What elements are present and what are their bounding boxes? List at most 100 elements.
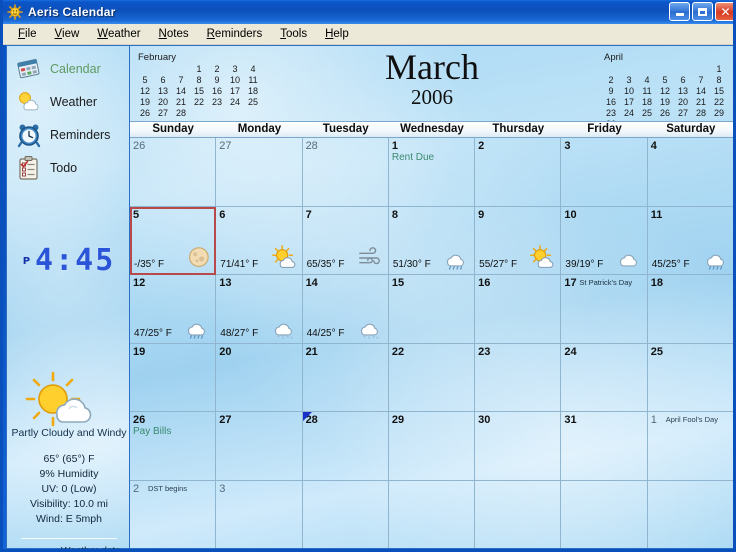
maximize-button[interactable] bbox=[692, 2, 713, 21]
mini-calendar-day[interactable]: 15 bbox=[190, 86, 208, 97]
mini-calendar-day[interactable]: 19 bbox=[656, 97, 674, 108]
calendar-day-cell[interactable]: 1 Rent Due bbox=[388, 138, 476, 207]
calendar-day-cell[interactable]: 20 bbox=[216, 343, 303, 412]
calendar-day-cell[interactable]: 15 bbox=[388, 275, 476, 344]
mini-calendar-day[interactable]: 13 bbox=[154, 86, 172, 97]
mini-calendar-day[interactable]: 21 bbox=[172, 97, 190, 108]
mini-calendar-day[interactable]: 15 bbox=[710, 86, 728, 97]
menu-tools[interactable]: Tools bbox=[271, 26, 316, 42]
calendar-day-cell[interactable]: 8 51/30° F bbox=[388, 206, 476, 275]
mini-calendar-day[interactable]: 4 bbox=[638, 75, 656, 86]
mini-calendar-day[interactable]: 6 bbox=[154, 75, 172, 86]
calendar-day-cell[interactable]: 26 Pay Bills bbox=[130, 412, 217, 481]
mini-calendar-day[interactable]: 25 bbox=[244, 97, 262, 108]
mini-calendar-day[interactable]: 24 bbox=[226, 97, 244, 108]
calendar-day-cell[interactable]: 3 bbox=[216, 480, 303, 548]
mini-calendar-day[interactable]: 1 bbox=[190, 64, 208, 75]
calendar-day-cell[interactable]: 17 St Patrick's Day bbox=[561, 275, 648, 344]
calendar-day-cell[interactable]: 2 DST begins bbox=[130, 480, 217, 548]
mini-calendar-day[interactable]: 23 bbox=[208, 97, 226, 108]
mini-calendar-day[interactable]: 19 bbox=[136, 97, 154, 108]
sidebar-item-todo[interactable]: Todo bbox=[7, 151, 131, 184]
calendar-day-cell[interactable] bbox=[561, 480, 648, 548]
mini-calendar-day[interactable]: 28 bbox=[692, 108, 710, 119]
mini-calendar-day[interactable]: 18 bbox=[638, 97, 656, 108]
mini-calendar-day[interactable]: 5 bbox=[656, 75, 674, 86]
menu-weather[interactable]: Weather bbox=[88, 26, 149, 42]
calendar-day-cell[interactable]: 28 bbox=[302, 138, 389, 207]
mini-calendar-day[interactable]: 16 bbox=[208, 86, 226, 97]
calendar-day-cell[interactable] bbox=[303, 480, 389, 548]
calendar-day-cell[interactable]: 4 bbox=[647, 138, 733, 207]
calendar-day-cell[interactable]: 21 bbox=[302, 343, 389, 412]
mini-calendar-day[interactable]: 20 bbox=[154, 97, 172, 108]
event-label[interactable]: Pay Bills bbox=[133, 426, 212, 438]
mini-calendar-day[interactable]: 27 bbox=[674, 108, 692, 119]
mini-calendar-day[interactable]: 26 bbox=[656, 108, 674, 119]
mini-calendar-day[interactable]: 7 bbox=[692, 75, 710, 86]
mini-calendar-day[interactable]: 8 bbox=[710, 75, 728, 86]
mini-calendar-day[interactable]: 11 bbox=[638, 86, 656, 97]
calendar-day-cell[interactable]: 5 -/35° F bbox=[130, 206, 217, 275]
mini-calendar-day[interactable]: 23 bbox=[602, 108, 620, 119]
mini-calendar-day[interactable]: 21 bbox=[692, 97, 710, 108]
mini-calendar-day[interactable]: 17 bbox=[620, 97, 638, 108]
mini-calendar-day[interactable]: 29 bbox=[710, 108, 728, 119]
mini-calendar-day[interactable]: 25 bbox=[638, 108, 656, 119]
menu-file[interactable]: File bbox=[9, 26, 46, 42]
mini-calendar-day[interactable]: 10 bbox=[226, 75, 244, 86]
calendar-day-cell[interactable]: 1 April Fool's Day bbox=[647, 412, 733, 481]
sidebar-item-reminders[interactable]: Reminders bbox=[7, 118, 131, 151]
mini-calendar-day[interactable]: 3 bbox=[226, 64, 244, 75]
mini-calendar-day[interactable]: 12 bbox=[136, 86, 154, 97]
calendar-day-cell[interactable]: 26 bbox=[130, 138, 217, 207]
calendar-day-cell[interactable]: 19 bbox=[130, 343, 217, 412]
sidebar-item-weather[interactable]: Weather bbox=[7, 85, 131, 118]
mini-calendar-day[interactable]: 27 bbox=[154, 108, 172, 119]
mini-calendar-day[interactable]: 8 bbox=[190, 75, 208, 86]
mini-calendar-day[interactable]: 20 bbox=[674, 97, 692, 108]
sidebar-item-calendar[interactable]: Calendar bbox=[7, 52, 131, 85]
calendar-day-cell[interactable]: 6 71/41° F bbox=[216, 206, 303, 275]
mini-calendar-day[interactable]: 17 bbox=[226, 86, 244, 97]
calendar-day-cell[interactable]: 11 45/25° F bbox=[647, 207, 733, 275]
mini-calendar-day[interactable]: 1 bbox=[710, 64, 728, 75]
mini-calendar-next[interactable]: April 1 2 3 4 5 6 7 8 9 10 11 12 13 14 15 16 17 18 19 20 21 2… bbox=[602, 52, 728, 130]
mini-calendar-day[interactable]: 22 bbox=[710, 97, 728, 108]
menu-reminders[interactable]: Reminders bbox=[198, 26, 272, 42]
mini-calendar-day[interactable]: 13 bbox=[674, 86, 692, 97]
mini-calendar-day[interactable]: 14 bbox=[692, 86, 710, 97]
calendar-day-cell[interactable]: 30 bbox=[475, 412, 562, 481]
calendar-day-cell[interactable]: 13 48/27° F bbox=[216, 275, 303, 344]
mini-calendar-day[interactable]: 18 bbox=[244, 86, 262, 97]
menu-notes[interactable]: Notes bbox=[150, 26, 198, 42]
mini-calendar-day[interactable]: 11 bbox=[244, 75, 262, 86]
mini-calendar-day[interactable]: 3 bbox=[620, 75, 638, 86]
calendar-day-cell[interactable]: 3 bbox=[561, 138, 648, 207]
mini-calendar-day[interactable]: 10 bbox=[620, 86, 638, 97]
calendar-day-cell[interactable] bbox=[648, 481, 733, 549]
mini-calendar-day[interactable]: 4 bbox=[244, 64, 262, 75]
calendar-day-cell[interactable]: 9 55/27° F bbox=[475, 206, 562, 275]
mini-calendar-day[interactable]: 22 bbox=[190, 97, 208, 108]
calendar-day-cell[interactable]: 28 bbox=[302, 412, 389, 481]
calendar-day-cell[interactable]: 27 bbox=[216, 412, 303, 481]
mini-calendar-day[interactable]: 26 bbox=[136, 108, 154, 119]
calendar-day-cell[interactable] bbox=[389, 480, 476, 548]
calendar-day-cell[interactable]: 7 65/35° F bbox=[302, 206, 389, 275]
menu-view[interactable]: View bbox=[46, 26, 89, 42]
calendar-day-cell[interactable]: 16 bbox=[475, 275, 562, 344]
menu-help[interactable]: Help bbox=[316, 26, 358, 42]
mini-calendar-day[interactable]: 2 bbox=[602, 75, 620, 86]
mini-calendar-day[interactable]: 2 bbox=[208, 64, 226, 75]
mini-calendar-previous[interactable]: February 1 2 3 4 5 6 7 8 9 10 11 12 13 14 15 16 17 18 19 20… bbox=[136, 52, 262, 119]
mini-calendar-day[interactable]: 28 bbox=[172, 108, 190, 119]
mini-calendar-day[interactable]: 9 bbox=[602, 86, 620, 97]
calendar-day-cell[interactable]: 22 bbox=[388, 343, 476, 412]
calendar-day-cell[interactable]: 18 bbox=[647, 275, 733, 344]
calendar-day-cell[interactable]: 29 bbox=[388, 412, 476, 481]
mini-calendar-day[interactable]: 12 bbox=[656, 86, 674, 97]
calendar-day-cell[interactable]: 27 bbox=[216, 138, 303, 207]
calendar-day-cell[interactable]: 23 bbox=[475, 343, 562, 412]
calendar-day-cell[interactable]: 14 44/25° F bbox=[302, 275, 389, 344]
